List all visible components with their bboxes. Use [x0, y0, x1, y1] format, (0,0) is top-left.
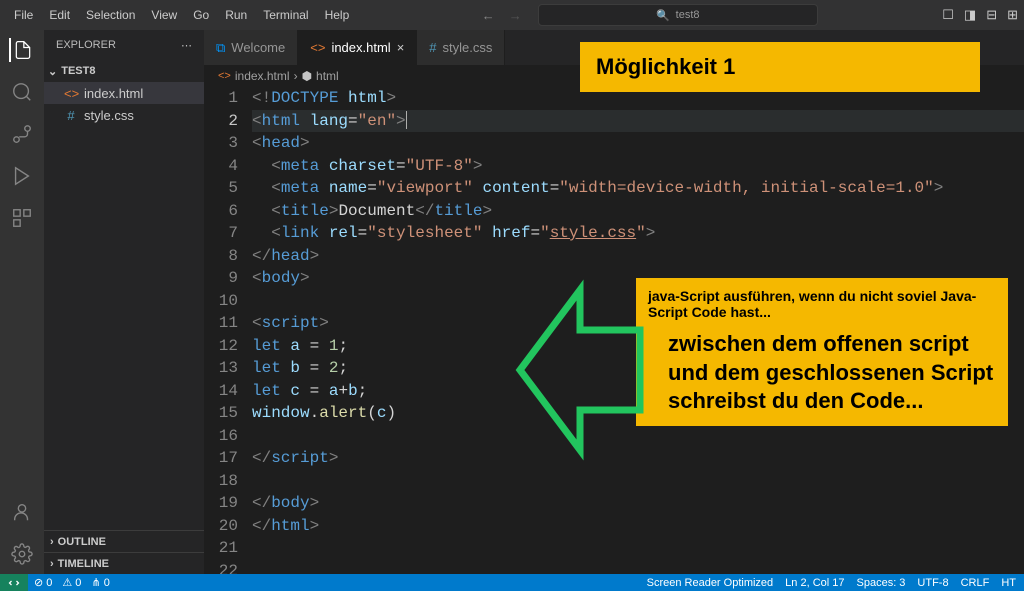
back-arrow-icon[interactable]: ← [482, 8, 495, 23]
status-item[interactable]: Spaces: 3 [857, 577, 906, 589]
file-item[interactable]: # style.css [44, 104, 204, 126]
breadcrumb-element: html [316, 69, 339, 83]
tab[interactable]: <> index.html × [298, 30, 417, 65]
annotation-title: Möglichkeit 1 [580, 42, 980, 92]
line-numbers: 1234567891011121314151617181920212223 [204, 87, 252, 574]
debug-icon[interactable] [10, 164, 34, 188]
status-item[interactable]: ⋔ 0 [91, 576, 109, 589]
more-icon[interactable]: ⋯ [181, 39, 192, 52]
file-type-icon: # [429, 40, 436, 55]
tab-label: Welcome [231, 40, 285, 55]
file-type-icon: <> [64, 86, 78, 101]
file-item[interactable]: <> index.html [44, 82, 204, 104]
menu-go[interactable]: Go [185, 4, 217, 26]
annotation-big-text: zwischen dem offenen script und dem gesc… [648, 330, 996, 416]
folder-name: TEST8 [61, 65, 95, 77]
menu-selection[interactable]: Selection [78, 4, 143, 26]
nav-arrows: ← → [482, 8, 522, 23]
tab-label: index.html [331, 40, 390, 55]
accounts-icon[interactable] [10, 500, 34, 524]
titlebar: FileEditSelectionViewGoRunTerminalHelp ←… [0, 0, 1024, 30]
file-name: index.html [84, 86, 143, 101]
activity-bar [0, 30, 44, 574]
breadcrumb-file: index.html [235, 69, 290, 83]
status-item[interactable]: ⊘ 0 [34, 576, 52, 589]
extensions-icon[interactable] [10, 206, 34, 230]
settings-gear-icon[interactable] [10, 542, 34, 566]
panel-outline[interactable]: › OUTLINE [44, 530, 204, 552]
chevron-right-icon: › [50, 558, 54, 570]
menu-bar: FileEditSelectionViewGoRunTerminalHelp [6, 4, 357, 26]
toggle-panel-icon[interactable]: ☐ [942, 7, 954, 23]
search-activitybar-icon[interactable] [10, 80, 34, 104]
remote-indicator[interactable] [0, 574, 28, 591]
file-type-icon: # [64, 108, 78, 123]
annotation-small-text: java-Script ausführen, wenn du nicht sov… [648, 288, 996, 320]
chevron-right-icon: › [294, 69, 298, 83]
folder-header[interactable]: ⌄ TEST8 [44, 60, 204, 82]
menu-file[interactable]: File [6, 4, 41, 26]
sidebar-title: EXPLORER [56, 39, 116, 51]
status-item[interactable]: Ln 2, Col 17 [785, 577, 844, 589]
tag-icon: ⬢ [302, 69, 312, 83]
menu-help[interactable]: Help [317, 4, 358, 26]
source-control-icon[interactable] [10, 122, 34, 146]
chevron-down-icon: ⌄ [48, 65, 57, 78]
status-item[interactable]: UTF-8 [917, 577, 948, 589]
search-text: test8 [676, 9, 700, 21]
file-type-icon: <> [310, 40, 325, 55]
html-file-icon: <> [218, 70, 231, 82]
panel-timeline[interactable]: › TIMELINE [44, 552, 204, 574]
status-item[interactable]: ⚠ 0 [62, 576, 81, 589]
layout-controls: ☐ ◨ ⊟ ⊞ [942, 7, 1018, 23]
file-name: style.css [84, 108, 134, 123]
status-item[interactable]: CRLF [961, 577, 990, 589]
menu-run[interactable]: Run [217, 4, 255, 26]
status-item[interactable]: HT [1001, 577, 1016, 589]
toggle-bottom-icon[interactable]: ⊟ [986, 7, 997, 23]
tab-label: style.css [443, 40, 493, 55]
menu-view[interactable]: View [143, 4, 185, 26]
search-icon: 🔍 [656, 9, 670, 22]
close-icon[interactable]: × [397, 40, 405, 55]
tab[interactable]: ⧉ Welcome [204, 30, 298, 65]
vscode-icon: ⧉ [216, 40, 225, 56]
status-bar: ⊘ 0 ⚠ 0 ⋔ 0 Screen Reader Optimized Ln 2, C… [0, 574, 1024, 591]
explorer-icon[interactable] [9, 38, 33, 62]
menu-edit[interactable]: Edit [41, 4, 78, 26]
toggle-sidebar-icon[interactable]: ◨ [964, 7, 976, 23]
forward-arrow-icon[interactable]: → [509, 8, 522, 23]
panel-label: TIMELINE [58, 558, 109, 570]
command-center[interactable]: 🔍 test8 [538, 4, 818, 26]
panel-label: OUTLINE [58, 536, 106, 548]
status-item[interactable]: Screen Reader Optimized [647, 577, 774, 589]
tab[interactable]: # style.css [417, 30, 505, 65]
chevron-right-icon: › [50, 536, 54, 548]
sidebar: EXPLORER ⋯ ⌄ TEST8 <> index.html # style.cs… [44, 30, 204, 574]
menu-terminal[interactable]: Terminal [255, 4, 316, 26]
annotation-explanation: java-Script ausführen, wenn du nicht sov… [636, 278, 1008, 426]
sidebar-header: EXPLORER ⋯ [44, 30, 204, 60]
customize-layout-icon[interactable]: ⊞ [1007, 7, 1018, 23]
